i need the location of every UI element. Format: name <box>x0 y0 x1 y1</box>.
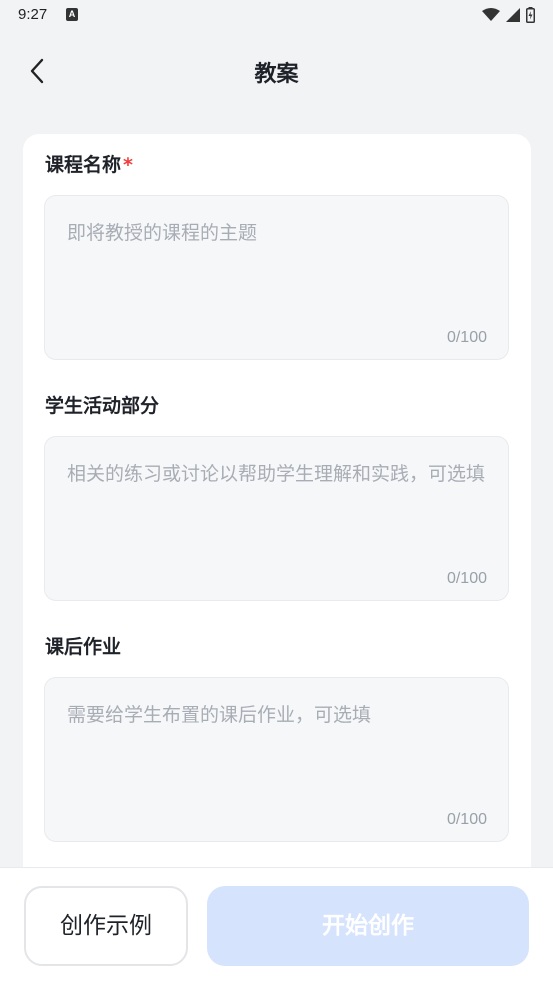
required-star: * <box>123 154 133 176</box>
homework-input[interactable] <box>45 678 508 841</box>
student-activity-counter: 0/100 <box>446 570 487 587</box>
wifi-icon <box>482 8 500 21</box>
course-name-input[interactable] <box>45 196 508 359</box>
battery-icon <box>526 7 535 23</box>
course-name-box: 0/100 <box>44 195 509 360</box>
student-activity-label-text: 学生活动部分 <box>45 395 160 417</box>
nav-bar: 教案 <box>0 40 553 102</box>
course-name-label-text: 课程名称 <box>45 154 122 176</box>
status-time: 9:27 <box>18 6 48 23</box>
status-bar: 9:27 A <box>0 0 553 30</box>
student-activity-box: 0/100 <box>44 436 509 601</box>
course-name-label: 课程名称 * <box>45 150 133 177</box>
form-card: 课程名称* 0/100 学生活动部分 0/100 课后作业 0/100 <box>23 134 531 894</box>
homework-counter: 0/100 <box>446 811 487 828</box>
a-icon: A <box>66 8 78 21</box>
example-button[interactable]: 创作示例 <box>24 886 188 966</box>
status-icons <box>482 7 535 23</box>
homework-label: 课后作业 <box>45 632 121 659</box>
homework-box: 0/100 <box>44 677 509 842</box>
start-create-button[interactable]: 开始创作 <box>207 886 529 966</box>
student-activity-input[interactable] <box>45 437 508 600</box>
page-title: 教案 <box>254 62 299 87</box>
signal-icon <box>506 8 520 22</box>
homework-label-text: 课后作业 <box>45 636 122 658</box>
course-name-counter: 0/100 <box>446 329 487 346</box>
student-activity-label: 学生活动部分 <box>45 391 159 418</box>
bottom-action-bar: 创作示例 开始创作 <box>0 867 553 984</box>
